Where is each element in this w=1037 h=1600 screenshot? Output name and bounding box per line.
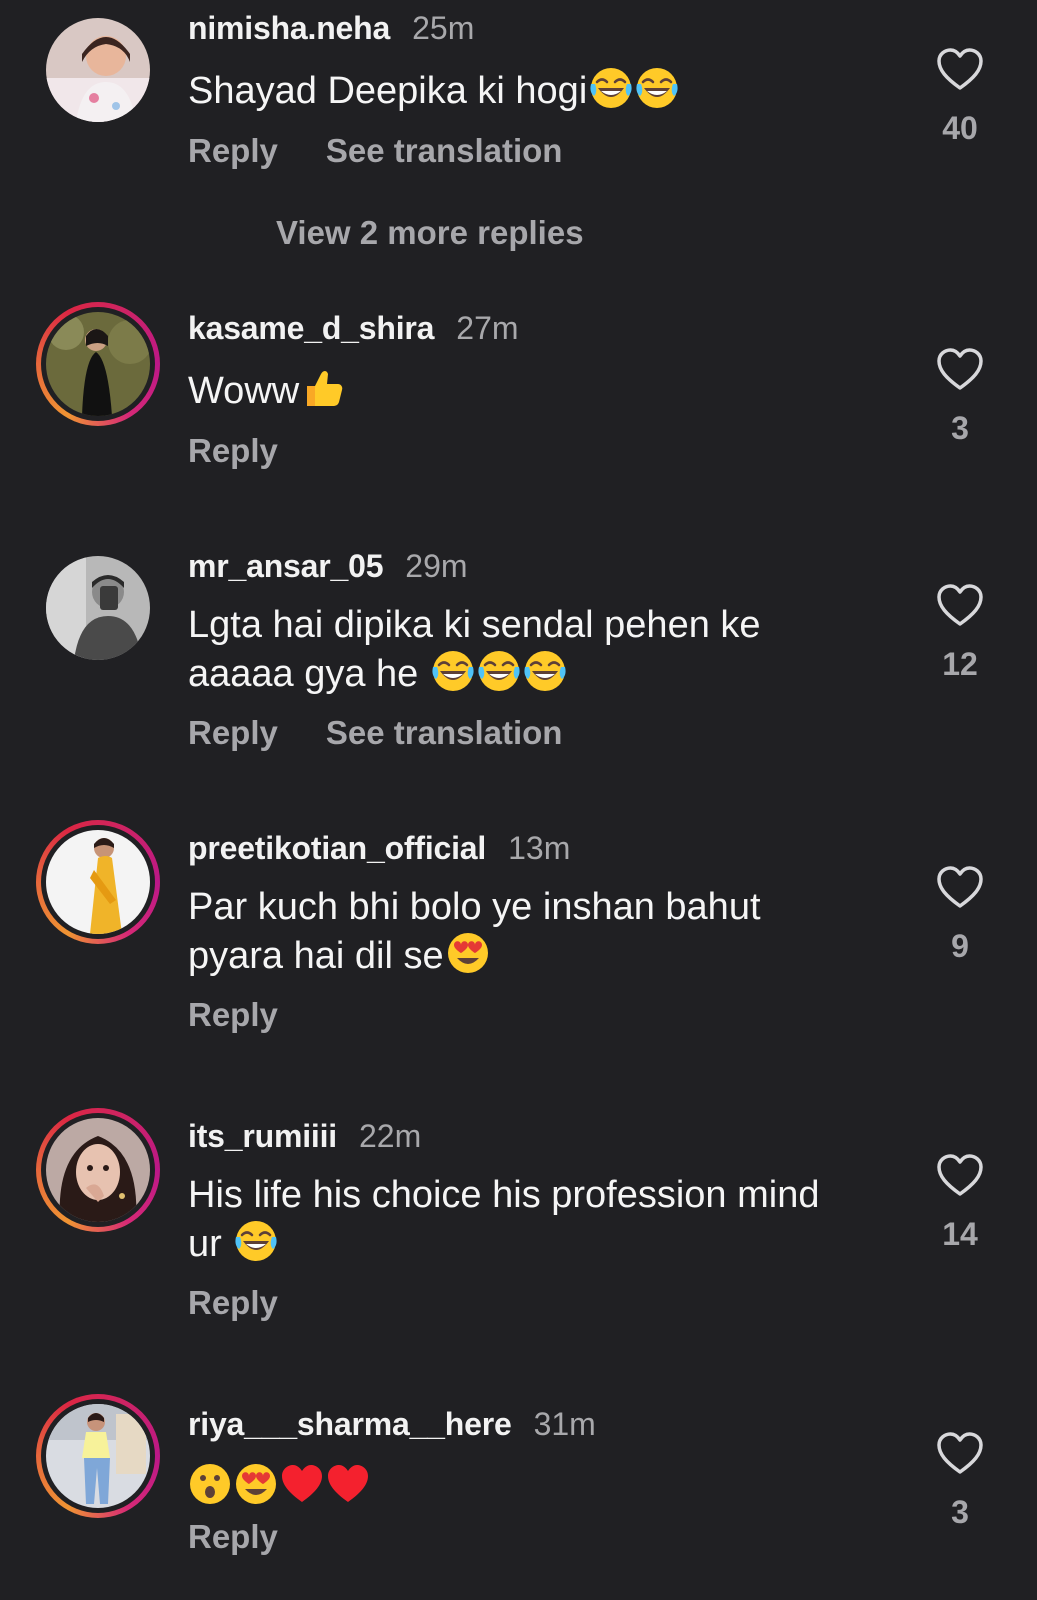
see-translation-button[interactable]: See translation bbox=[326, 714, 563, 752]
reply-button[interactable]: Reply bbox=[188, 1518, 278, 1556]
comment-text: Woww bbox=[188, 366, 888, 415]
avatar[interactable] bbox=[36, 820, 160, 944]
heart-icon[interactable] bbox=[936, 866, 984, 910]
heart-icon[interactable] bbox=[936, 48, 984, 92]
avatar[interactable] bbox=[36, 302, 160, 426]
comments-screen: nimisha.neha 25m Shayad Deepika ki hogi … bbox=[0, 0, 1037, 1600]
like-count: 3 bbox=[951, 410, 969, 446]
comment-time: 29m bbox=[405, 548, 468, 584]
comment-item: preetikotian_official 13m Par kuch bhi b… bbox=[0, 820, 1037, 1070]
avatar[interactable] bbox=[36, 8, 160, 132]
see-translation-button[interactable]: See translation bbox=[326, 132, 563, 170]
thumbs-up-icon bbox=[307, 371, 343, 406]
red-heart-icon bbox=[328, 1465, 368, 1502]
reply-button[interactable]: Reply bbox=[188, 996, 278, 1034]
comment-item: riya___sharma__here 31m Reply 3 bbox=[0, 1394, 1037, 1600]
heart-icon[interactable] bbox=[936, 1154, 984, 1198]
comment-item: kasame_d_shira 27m Woww Reply 3 bbox=[0, 300, 1037, 500]
face-with-tears-of-joy-icon bbox=[234, 1219, 279, 1263]
comment-item: its_rumiiii 22m His life his choice his … bbox=[0, 1108, 1037, 1358]
reply-button[interactable]: Reply bbox=[188, 714, 278, 752]
comment-text bbox=[188, 1462, 888, 1511]
username[interactable]: mr_ansar_05 bbox=[188, 548, 383, 585]
comment-time: 13m bbox=[508, 830, 571, 866]
heart-icon[interactable] bbox=[936, 1432, 984, 1476]
heart-icon[interactable] bbox=[936, 348, 984, 392]
reply-button[interactable]: Reply bbox=[188, 132, 278, 170]
face-with-tears-of-joy-icon bbox=[477, 649, 521, 693]
like-count: 3 bbox=[951, 1494, 969, 1530]
username[interactable]: its_rumiiii bbox=[188, 1118, 337, 1155]
heart-icon[interactable] bbox=[936, 584, 984, 628]
reply-button[interactable]: Reply bbox=[188, 432, 278, 470]
view-more-replies-button[interactable]: View 2 more replies bbox=[276, 214, 584, 252]
username[interactable]: preetikotian_official bbox=[188, 830, 486, 867]
username[interactable]: riya___sharma__here bbox=[188, 1406, 512, 1443]
red-heart-icon bbox=[282, 1465, 322, 1502]
face-with-tears-of-joy-icon bbox=[431, 649, 475, 693]
avatar[interactable] bbox=[36, 1108, 160, 1232]
comment-text: Lgta hai dipika ki sendal pehen ke aaaaa… bbox=[188, 604, 761, 695]
comment-item: mr_ansar_05 29m Lgta hai dipika ki senda… bbox=[0, 546, 1037, 786]
face-with-open-mouth-icon bbox=[190, 1464, 230, 1504]
like-count: 40 bbox=[942, 110, 978, 146]
reply-button[interactable]: Reply bbox=[188, 1284, 278, 1322]
face-with-tears-of-joy-icon bbox=[635, 66, 680, 110]
face-with-tears-of-joy-icon bbox=[589, 66, 634, 110]
like-count: 9 bbox=[951, 928, 969, 964]
smiling-face-with-heart-eyes-icon bbox=[236, 1464, 276, 1504]
comment-text: His life his choice his profession mind … bbox=[188, 1174, 820, 1265]
comment-text: Par kuch bhi bolo ye inshan bahut pyara … bbox=[188, 886, 761, 977]
avatar[interactable] bbox=[36, 1394, 160, 1518]
like-count: 14 bbox=[942, 1216, 978, 1252]
comment-time: 25m bbox=[412, 10, 475, 46]
face-with-tears-of-joy-icon bbox=[523, 649, 567, 693]
like-count: 12 bbox=[942, 646, 978, 682]
comment-time: 31m bbox=[533, 1406, 596, 1442]
username[interactable]: kasame_d_shira bbox=[188, 310, 434, 347]
avatar[interactable] bbox=[36, 546, 160, 670]
smiling-face-with-heart-eyes-icon bbox=[447, 933, 488, 973]
comment-text: Shayad Deepika ki hogi bbox=[188, 66, 888, 115]
comment-time: 22m bbox=[358, 1118, 422, 1154]
username[interactable]: nimisha.neha bbox=[188, 10, 390, 47]
comment-time: 27m bbox=[456, 310, 519, 346]
